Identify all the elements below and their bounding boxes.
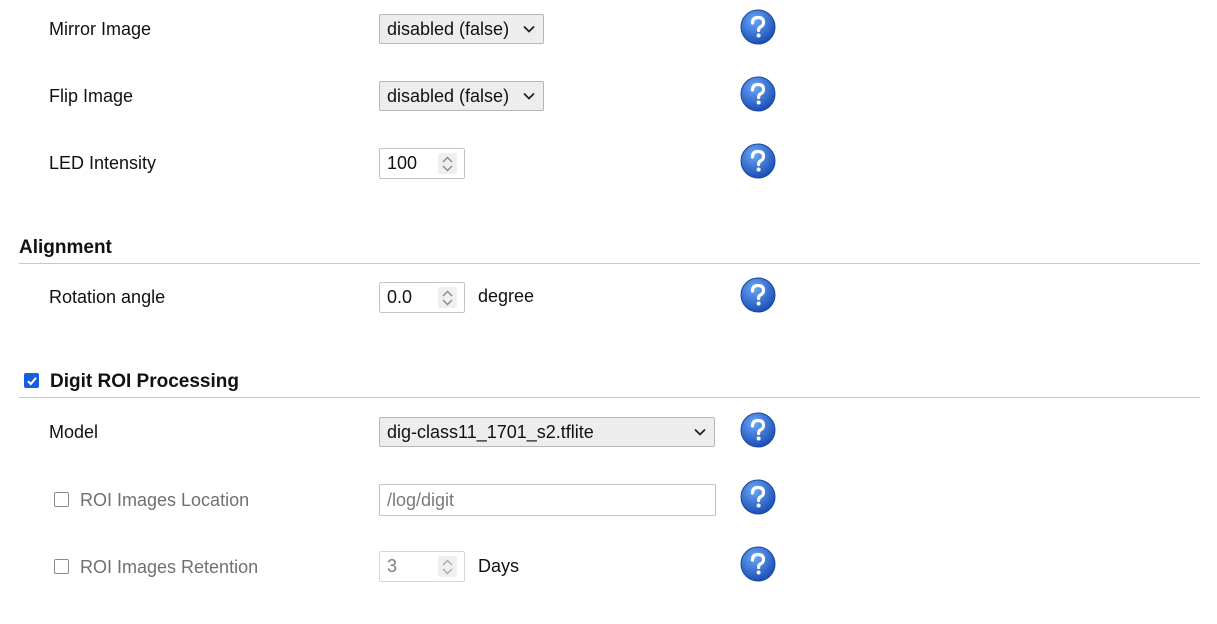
- led-intensity-value: 100: [387, 153, 418, 173]
- roi-images-retention-unit: Days: [478, 556, 520, 576]
- model-label: Model: [49, 422, 99, 442]
- flip-image-select[interactable]: disabled (false): [379, 81, 544, 111]
- rotation-angle-label: Rotation angle: [49, 287, 166, 307]
- spinner-arrows-icon[interactable]: [438, 287, 457, 308]
- model-select[interactable]: dig-class11_1701_s2.tflite: [379, 417, 715, 447]
- help-question-icon[interactable]: [739, 8, 777, 46]
- digit-roi-processing-checkbox[interactable]: [24, 373, 39, 388]
- roi-images-location-checkbox[interactable]: [54, 492, 69, 507]
- spinner-arrows-icon[interactable]: [438, 153, 457, 174]
- roi-images-retention-input[interactable]: 3: [379, 551, 465, 582]
- flip-image-label: Flip Image: [49, 86, 134, 106]
- led-intensity-input[interactable]: 100: [379, 148, 465, 179]
- help-question-icon[interactable]: [739, 142, 777, 180]
- chevron-down-icon: [523, 25, 535, 33]
- mirror-image-value: disabled (false): [387, 19, 510, 39]
- help-question-icon[interactable]: [739, 411, 777, 449]
- alignment-section-title: Alignment: [19, 237, 112, 258]
- roi-images-location-value: /log/digit: [387, 490, 455, 510]
- spinner-arrows-icon[interactable]: [438, 556, 457, 577]
- roi-images-retention-value: 3: [387, 556, 398, 576]
- chevron-down-icon: [523, 92, 535, 100]
- help-question-icon[interactable]: [739, 276, 777, 314]
- chevron-down-icon: [694, 428, 706, 436]
- checkmark-icon: [27, 377, 37, 386]
- alignment-divider: [19, 263, 1200, 264]
- digit-roi-divider: [19, 397, 1200, 398]
- mirror-image-label: Mirror Image: [49, 19, 152, 39]
- roi-images-location-label: ROI Images Location: [80, 490, 250, 510]
- rotation-angle-unit: degree: [478, 286, 535, 306]
- flip-image-value: disabled (false): [387, 86, 510, 106]
- led-intensity-label: LED Intensity: [49, 153, 157, 173]
- model-value: dig-class11_1701_s2.tflite: [387, 422, 594, 442]
- rotation-angle-input[interactable]: 0.0: [379, 282, 465, 313]
- help-question-icon[interactable]: [739, 545, 777, 583]
- mirror-image-select[interactable]: disabled (false): [379, 14, 544, 44]
- digit-roi-section-title: Digit ROI Processing: [50, 371, 239, 392]
- help-question-icon[interactable]: [739, 478, 777, 516]
- help-question-icon[interactable]: [739, 75, 777, 113]
- rotation-angle-value: 0.0: [387, 287, 413, 307]
- roi-images-retention-label: ROI Images Retention: [80, 557, 259, 577]
- roi-images-location-input[interactable]: /log/digit: [379, 484, 716, 516]
- roi-images-retention-checkbox[interactable]: [54, 559, 69, 574]
